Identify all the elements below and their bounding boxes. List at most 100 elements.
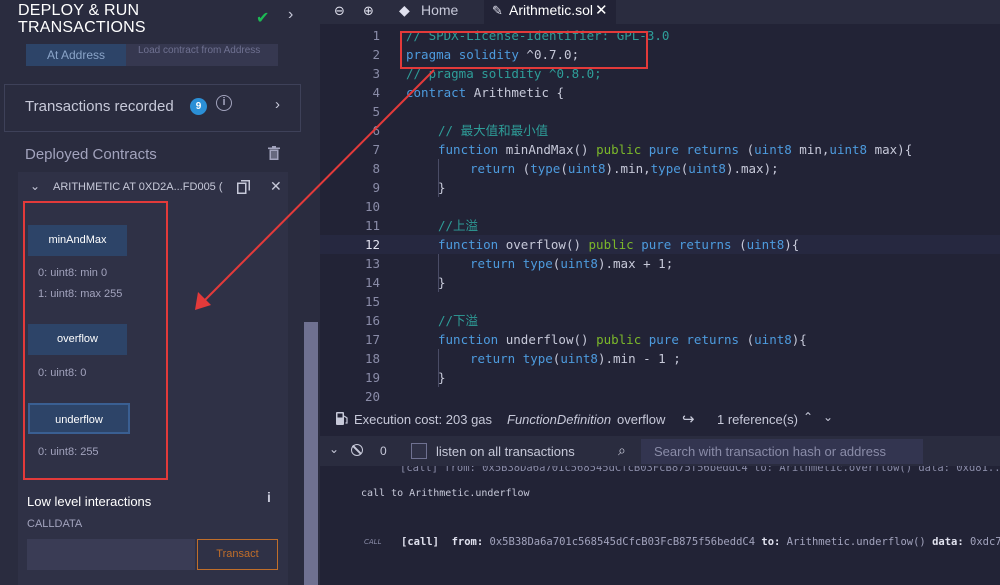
line-number: 3: [372, 66, 380, 81]
function-definition-label: FunctionDefinition: [507, 412, 612, 427]
code-text: function minAndMax() public pure returns…: [438, 142, 913, 157]
chevron-up-icon[interactable]: ⌃: [803, 410, 813, 424]
code-text: //下溢: [438, 313, 479, 328]
line-number: 8: [372, 161, 380, 176]
deploy-run-panel: DEPLOY & RUN TRANSACTIONS ✔ › At Address…: [0, 0, 320, 585]
line-number: 18: [364, 351, 380, 366]
code-line[interactable]: 4 contract Arithmetic {: [320, 83, 1000, 102]
tab-arithmetic-sol[interactable]: ✎ Arithmetic.sol ✕: [484, 0, 616, 24]
search-icon: ⌕: [618, 442, 626, 458]
code-line[interactable]: 5: [320, 102, 1000, 121]
code-line[interactable]: 10: [320, 197, 1000, 216]
tab-label: Home: [421, 2, 459, 18]
line-number: 19: [364, 370, 380, 385]
line-number: 1: [372, 28, 380, 43]
code-text: function underflow() public pure returns…: [438, 332, 807, 347]
close-icon[interactable]: ✕: [595, 1, 608, 19]
terminal-call-line[interactable]: [call] from: 0x5B38Da6a701c568545dCfcB03…: [401, 536, 1000, 548]
code-text: }: [438, 370, 446, 385]
function-definition-name: overflow: [617, 412, 666, 427]
code-line[interactable]: 7 function minAndMax() public pure return…: [320, 140, 1000, 159]
transactions-recorded-section[interactable]: Transactions recorded 9 i ›: [4, 84, 301, 132]
zoom-out-icon[interactable]: ⊖: [334, 3, 345, 19]
line-number: 13: [364, 256, 380, 271]
code-line[interactable]: 17 function underflow() public pure retur…: [320, 330, 1000, 349]
code-line[interactable]: 19}: [320, 368, 1000, 387]
call-keyword: [call]: [401, 536, 439, 548]
share-icon[interactable]: ↪: [682, 410, 695, 428]
copy-icon[interactable]: [237, 180, 250, 194]
highlight-box: [400, 31, 648, 69]
line-number: 10: [364, 199, 380, 214]
code-editor[interactable]: 1// SPDX-License-Identifier: GPL-3.0 2 pra…: [320, 24, 1000, 407]
code-line[interactable]: 16 //下溢: [320, 311, 1000, 330]
indent-guide: [438, 159, 439, 197]
code-line[interactable]: 20: [320, 387, 1000, 406]
scrollbar-thumb[interactable]: [304, 322, 318, 585]
line-number: 5: [372, 104, 380, 119]
close-icon[interactable]: ✕: [270, 178, 282, 195]
highlight-box: [23, 201, 168, 480]
terminal-message: call to Arithmetic.underflow: [361, 488, 530, 499]
call-tag: CALL: [364, 538, 382, 546]
code-text: //上溢: [438, 218, 479, 233]
panel-header: DEPLOY & RUN TRANSACTIONS ✔ ›: [0, 0, 305, 40]
tab-home[interactable]: ◆ Home: [391, 0, 481, 24]
code-text: return (type(uint8).min,type(uint8).max)…: [470, 161, 779, 176]
code-line[interactable]: 9}: [320, 178, 1000, 197]
file-icon: ✎: [492, 3, 503, 18]
zoom-in-icon[interactable]: ⊕: [363, 3, 374, 19]
code-text: return type(uint8).max + 1;: [470, 256, 674, 271]
at-address-button[interactable]: At Address: [26, 44, 126, 66]
transactions-recorded-label: Transactions recorded: [25, 98, 174, 115]
line-number: 4: [372, 85, 380, 100]
code-line[interactable]: 13 return type(uint8).max + 1;: [320, 254, 1000, 273]
contract-header[interactable]: ⌄ ARITHMETIC AT 0XD2A...FD005 ( ✕: [18, 172, 288, 202]
to-value: Arithmetic.underflow(): [786, 536, 926, 548]
line-number: 2: [372, 47, 380, 62]
info-icon[interactable]: i: [267, 489, 271, 505]
transaction-search-input[interactable]: Search with transaction hash or address: [641, 439, 923, 464]
chevron-down-icon[interactable]: ⌄: [823, 410, 833, 424]
tab-label: Arithmetic.sol: [509, 2, 594, 18]
terminal-output: [call] from: 0x5B38Da6a701c568545dCfcB03…: [320, 466, 1000, 585]
indent-guide: [438, 349, 439, 387]
code-text: return type(uint8).min - 1 ;: [470, 351, 681, 366]
indent-guide: [438, 254, 439, 292]
code-line[interactable]: 14}: [320, 273, 1000, 292]
code-text: function overflow() public pure returns …: [438, 237, 800, 252]
transact-button[interactable]: Transact: [197, 539, 278, 570]
chevron-right-icon[interactable]: ›: [275, 96, 280, 113]
code-line[interactable]: 6 // 最大值和最小值: [320, 121, 1000, 140]
remix-icon: ◆: [399, 2, 410, 18]
code-line[interactable]: 11 //上溢: [320, 216, 1000, 235]
code-line[interactable]: 12 function overflow() public pure return…: [320, 235, 1000, 254]
code-line[interactable]: 15: [320, 292, 1000, 311]
from-address: 0x5B38Da6a701c568545dCfcB03FcB875f56bedd…: [489, 536, 756, 548]
line-number: 14: [364, 275, 380, 290]
calldata-input[interactable]: [27, 539, 195, 570]
code-line[interactable]: 18 return type(uint8).min - 1 ;: [320, 349, 1000, 368]
low-level-interactions-title: Low level interactions: [27, 494, 152, 509]
load-address-input[interactable]: Load contract from Address: [126, 44, 278, 66]
data-value: 0xdc7...: [970, 536, 1000, 548]
line-number: 15: [364, 294, 380, 309]
info-icon[interactable]: i: [216, 95, 232, 111]
trash-icon[interactable]: [268, 146, 280, 160]
line-number: 16: [364, 313, 380, 328]
pending-count: 0: [380, 444, 387, 458]
line-number: 17: [364, 332, 380, 347]
calldata-label: CALLDATA: [27, 518, 83, 530]
line-number: 9: [372, 180, 380, 195]
chevron-right-icon[interactable]: ›: [288, 6, 293, 24]
code-line[interactable]: 8 return (type(uint8).min,type(uint8).max…: [320, 159, 1000, 178]
line-number: 7: [372, 142, 380, 157]
chevron-down-icon[interactable]: ⌄: [329, 442, 339, 456]
chevron-down-icon[interactable]: ⌄: [30, 179, 40, 193]
panel-title: DEPLOY & RUN TRANSACTIONS: [18, 2, 146, 36]
line-number: 6: [372, 123, 380, 138]
listen-checkbox[interactable]: [411, 443, 427, 459]
from-keyword: from:: [451, 536, 484, 548]
clear-icon[interactable]: [351, 444, 363, 456]
line-number: 11: [364, 218, 380, 233]
